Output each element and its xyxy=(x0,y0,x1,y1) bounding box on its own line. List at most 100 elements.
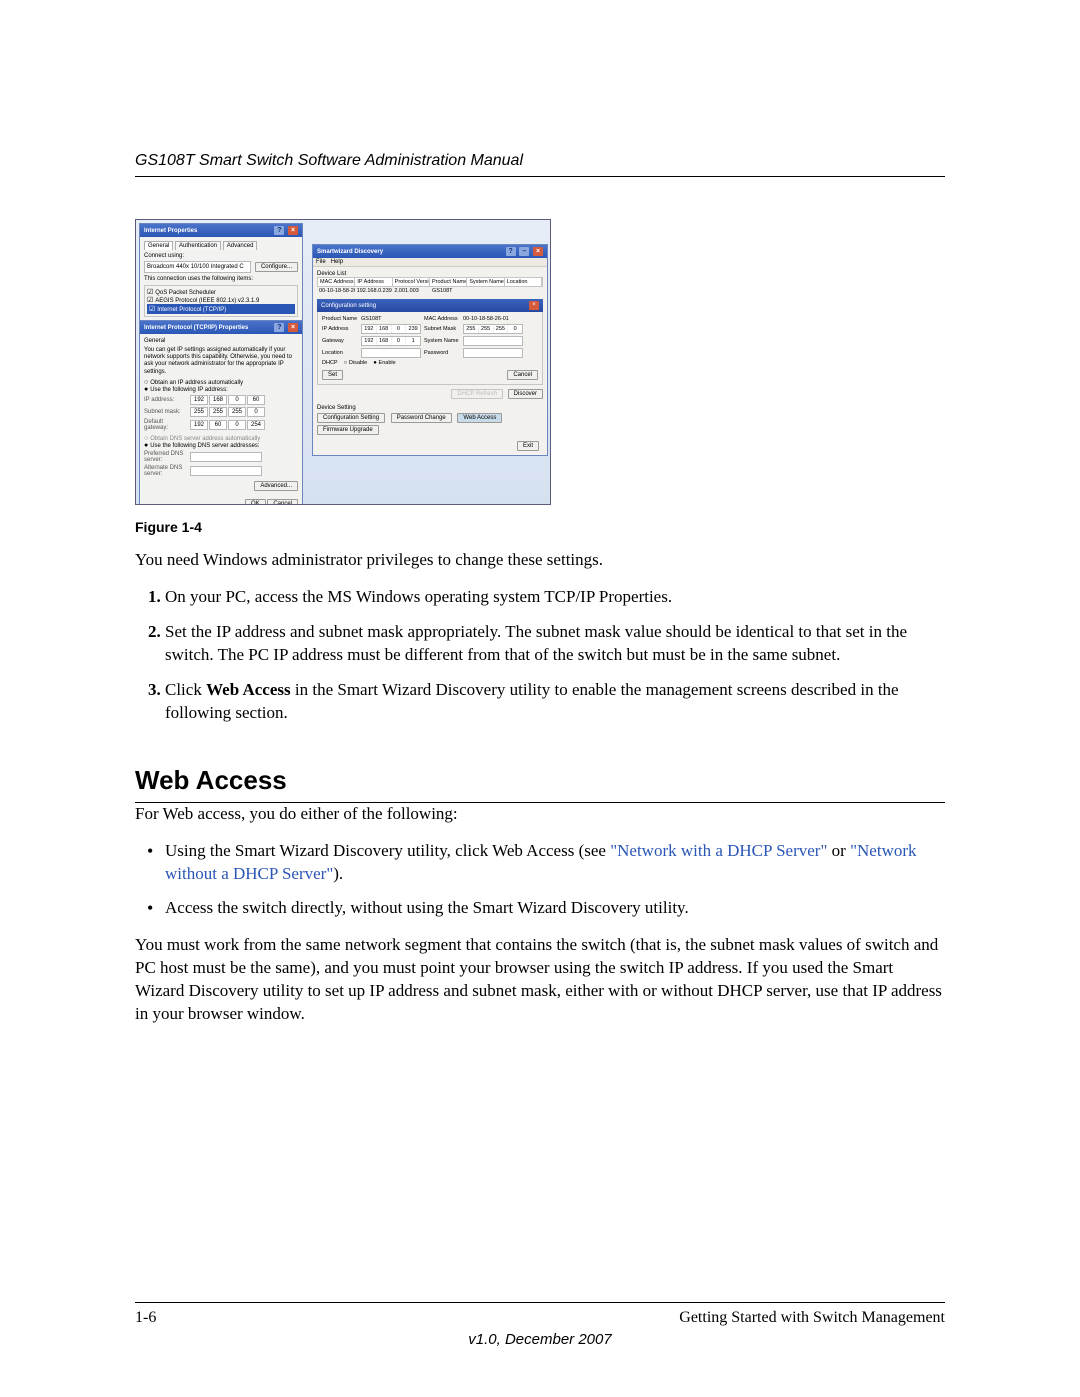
col-proto[interactable]: Protocol Version xyxy=(393,278,430,286)
step-1: On your PC, access the MS Windows operat… xyxy=(165,586,945,609)
cfg-gw-label: Gateway xyxy=(322,338,358,344)
mask-oct-2[interactable]: 255 xyxy=(209,407,227,417)
col-system[interactable]: System Name xyxy=(467,278,504,286)
minimize-icon[interactable]: – xyxy=(519,247,529,256)
gw-label: Default gateway: xyxy=(144,419,186,431)
web-access-button[interactable]: Web Access xyxy=(457,413,502,423)
mask-oct-3[interactable]: 255 xyxy=(228,407,246,417)
password-change-button[interactable]: Password Change xyxy=(391,413,452,423)
product-name-label: Product Name xyxy=(322,316,358,322)
device-row[interactable]: 00-10-18-58-26-01 192.168.0.239 2.001.00… xyxy=(317,287,543,295)
gw-oct-1[interactable]: 192 xyxy=(190,420,208,430)
opt-manual-ip[interactable]: Use the following IP address: xyxy=(144,386,298,393)
cfg-ip-field[interactable]: 1921680239 xyxy=(361,324,421,334)
cfg-gw-3: 0 xyxy=(392,337,407,345)
item-aegis[interactable]: AEGIS Protocol (IEEE 802.1x) v2.3.1.9 xyxy=(147,296,295,304)
item-qos[interactable]: QoS Packet Scheduler xyxy=(147,288,295,296)
link-dhcp-server[interactable]: "Network with a DHCP Server" xyxy=(610,841,827,860)
bullet-2: Access the switch directly, without usin… xyxy=(165,897,945,920)
col-mac[interactable]: MAC Address xyxy=(318,278,355,286)
firmware-upgrade-button[interactable]: Firmware Upgrade xyxy=(317,425,379,435)
cfg-ip-2: 168 xyxy=(377,325,392,333)
discovery-titlebar: Smartwizard Discovery ? – × xyxy=(313,245,547,258)
cfg-mask-4: 0 xyxy=(508,325,522,333)
configure-button[interactable]: Configure... xyxy=(255,262,298,272)
col-ip[interactable]: IP Address xyxy=(355,278,392,286)
bullet-1a: Using the Smart Wizard Discovery utility… xyxy=(165,841,610,860)
step-3: Click Web Access in the Smart Wizard Dis… xyxy=(165,679,945,725)
exit-button[interactable]: Exit xyxy=(517,441,539,451)
cfg-pw-field[interactable] xyxy=(463,348,523,358)
dhcp-enable-radio[interactable]: Enable xyxy=(373,360,395,366)
config-title-text: Configuration setting xyxy=(321,303,376,309)
close-icon[interactable]: × xyxy=(288,226,298,235)
item-tcpip-selected[interactable]: Internet Protocol (TCP/IP) xyxy=(147,304,295,314)
cell-system xyxy=(468,287,506,295)
cfg-mask-1: 255 xyxy=(464,325,479,333)
col-location[interactable]: Location xyxy=(505,278,542,286)
cfg-gw-1: 192 xyxy=(362,337,377,345)
opt-auto-ip[interactable]: Obtain an IP address automatically xyxy=(144,379,298,386)
discover-button[interactable]: Discover xyxy=(508,389,543,399)
gw-oct-4[interactable]: 254 xyxy=(247,420,265,430)
help-icon[interactable]: ? xyxy=(506,247,516,256)
advanced-button[interactable]: Advanced... xyxy=(254,481,298,491)
bullet-1b: or xyxy=(827,841,850,860)
gw-oct-2[interactable]: 60 xyxy=(209,420,227,430)
mask-oct-4[interactable]: 0 xyxy=(247,407,265,417)
tab-general[interactable]: General xyxy=(144,241,173,250)
help-icon[interactable]: ? xyxy=(274,226,284,235)
cfg-gw-2: 168 xyxy=(377,337,392,345)
configuration-setting-panel: Configuration setting × Product Name GS1… xyxy=(317,299,543,385)
close-icon[interactable]: × xyxy=(288,323,298,332)
tab-general[interactable]: General xyxy=(144,338,165,344)
col-product[interactable]: Product Name xyxy=(430,278,467,286)
mask-oct-1[interactable]: 255 xyxy=(190,407,208,417)
gateway-field[interactable]: 192600254 xyxy=(190,420,266,430)
cell-ip: 192.168.0.239 xyxy=(355,287,393,295)
cancel-button[interactable]: Cancel xyxy=(267,499,298,505)
tab-advanced[interactable]: Advanced xyxy=(223,241,258,250)
ip-oct-4[interactable]: 60 xyxy=(247,395,265,405)
cfg-mask-field[interactable]: 2552552550 xyxy=(463,324,523,334)
opt-auto-dns: Obtain DNS server address automatically xyxy=(144,435,298,442)
paragraph-2: For Web access, you do either of the fol… xyxy=(135,803,945,826)
cfg-sys-field[interactable] xyxy=(463,336,523,346)
page: GS108T Smart Switch Software Administrat… xyxy=(0,0,1080,1397)
menu-help[interactable]: Help xyxy=(331,259,343,265)
alt-dns-field[interactable] xyxy=(190,466,262,476)
cfg-mask-label: Subnet Mask xyxy=(424,326,460,332)
set-button[interactable]: Set xyxy=(322,370,343,380)
mac-value: 00-10-18-58-26-01 xyxy=(463,316,523,322)
cfg-loc-field[interactable] xyxy=(361,348,421,358)
subnet-mask-field[interactable]: 2552552550 xyxy=(190,407,266,417)
product-name-value: GS108T xyxy=(361,316,421,322)
pref-dns-field[interactable] xyxy=(190,452,262,462)
cfg-gw-field[interactable]: 19216801 xyxy=(361,336,421,346)
step-3-bold: Web Access xyxy=(206,680,291,699)
ok-button[interactable]: OK xyxy=(245,499,266,505)
ip-oct-2[interactable]: 168 xyxy=(209,395,227,405)
cfg-ip-label: IP Address xyxy=(322,326,358,332)
opt-manual-dns[interactable]: Use the following DNS server addresses: xyxy=(144,442,298,449)
ip-oct-1[interactable]: 192 xyxy=(190,395,208,405)
win2-titlebar: Internet Protocol (TCP/IP) Properties ? … xyxy=(140,321,302,334)
cfg-ip-1: 192 xyxy=(362,325,377,333)
cfg-cancel-button[interactable]: Cancel xyxy=(507,370,538,380)
figure-1-4: Internet Properties ? × General Authenti… xyxy=(135,219,551,505)
tcpip-properties-window: Internet Protocol (TCP/IP) Properties ? … xyxy=(139,320,303,505)
configuration-setting-button[interactable]: Configuration Setting xyxy=(317,413,385,423)
win1-tabs: General Authentication Advanced xyxy=(144,241,298,250)
dhcp-disable-radio[interactable]: Disable xyxy=(344,360,368,366)
config-title: Configuration setting × xyxy=(317,299,543,312)
cfg-mask-3: 255 xyxy=(494,325,509,333)
ip-oct-3[interactable]: 0 xyxy=(228,395,246,405)
close-icon[interactable]: × xyxy=(533,247,543,256)
menu-file[interactable]: File xyxy=(316,259,326,265)
help-icon[interactable]: ? xyxy=(274,323,284,332)
adapter-field[interactable]: Broadcom 440x 10/100 Integrated C xyxy=(144,261,251,273)
gw-oct-3[interactable]: 0 xyxy=(228,420,246,430)
ip-address-field[interactable]: 192168060 xyxy=(190,395,266,405)
close-icon[interactable]: × xyxy=(529,301,539,310)
tab-authentication[interactable]: Authentication xyxy=(175,241,221,250)
